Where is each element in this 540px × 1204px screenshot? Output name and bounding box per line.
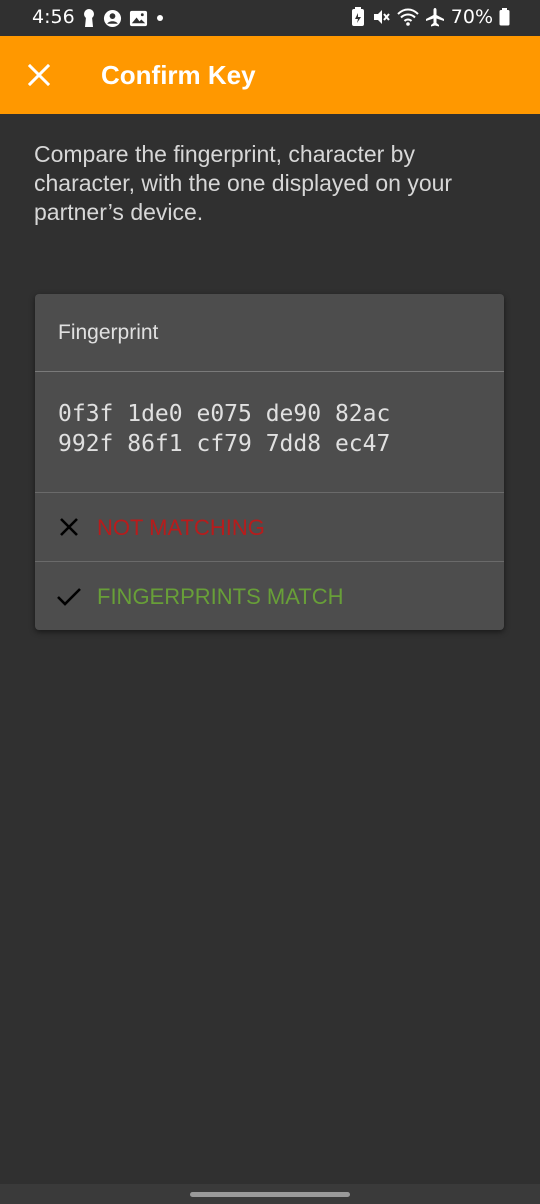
fingerprint-card: Fingerprint 0f3f 1de0 e075 de90 82ac 992f… bbox=[35, 294, 504, 630]
close-icon bbox=[28, 64, 50, 86]
image-icon bbox=[129, 10, 148, 26]
status-time: 4:56 bbox=[32, 6, 75, 28]
fingerprint-line-1: 0f3f 1de0 e075 de90 82ac bbox=[58, 401, 391, 427]
x-icon bbox=[60, 518, 78, 536]
wifi-icon bbox=[397, 8, 419, 26]
airplane-icon bbox=[425, 8, 444, 27]
mute-icon bbox=[373, 10, 390, 24]
status-right: 70% bbox=[351, 6, 510, 28]
battery-icon bbox=[499, 8, 510, 26]
not-matching-label: NOT MATCHING bbox=[97, 515, 265, 540]
keyhole-icon bbox=[84, 9, 94, 27]
instructions-text: Compare the fingerprint, character by ch… bbox=[34, 141, 453, 225]
not-matching-button[interactable]: NOT MATCHING bbox=[35, 493, 504, 561]
app-bar: Confirm Key bbox=[0, 36, 540, 114]
fingerprints-match-label: FINGERPRINTS MATCH bbox=[97, 584, 344, 609]
status-bar: 4:56 70% bbox=[0, 0, 540, 36]
fingerprint-line-2: 992f 86f1 cf79 7dd8 ec47 bbox=[58, 431, 391, 457]
fingerprint-value: 0f3f 1de0 e075 de90 82ac 992f 86f1 cf79 7… bbox=[58, 399, 390, 459]
fingerprints-match-button[interactable]: FINGERPRINTS MATCH bbox=[35, 562, 504, 630]
status-left-icons bbox=[82, 8, 165, 28]
card-title: Fingerprint bbox=[58, 321, 159, 344]
battery-percent: 70% bbox=[450, 6, 493, 28]
card-header: Fingerprint bbox=[35, 294, 504, 372]
battery-saver-icon bbox=[351, 7, 364, 26]
dot-icon bbox=[157, 15, 163, 21]
page-title: Confirm Key bbox=[101, 60, 256, 90]
home-handle[interactable] bbox=[190, 1192, 350, 1197]
navigation-bar bbox=[0, 1184, 540, 1204]
account-circle-icon bbox=[103, 9, 122, 27]
close-button[interactable] bbox=[14, 50, 64, 100]
check-icon bbox=[57, 588, 81, 606]
